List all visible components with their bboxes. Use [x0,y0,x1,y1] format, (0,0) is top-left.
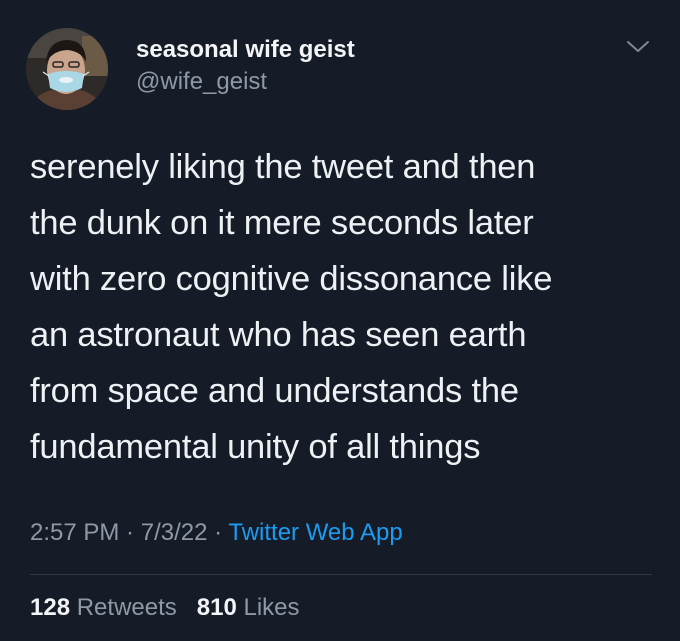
tweet-source-link[interactable]: Twitter Web App [228,519,402,546]
retweets-label: Retweets [76,594,177,621]
author-display-name[interactable]: seasonal wife geist [136,36,355,64]
divider [30,574,652,575]
tweet-time[interactable]: 2:57 PM [30,519,119,546]
tweet-text-line: with zero cognitive dissonance like [30,260,553,298]
tweet-text: serenely liking the tweet and then the d… [30,139,660,475]
tweet-card: seasonal wife geist @wife_geist serenely… [0,0,680,641]
meta-separator: · [207,519,229,546]
tweet-date[interactable]: 7/3/22 [141,519,208,546]
likes-label: Likes [243,594,300,621]
tweet-meta: 2:57 PM · 7/3/22 · Twitter Web App [30,519,403,547]
retweets-stat[interactable]: 128 Retweets [30,594,177,621]
tweet-text-line: from space and understands the [30,372,519,410]
tweet-text-line: an astronaut who has seen earth [30,316,527,354]
tweet-text-line: the dunk on it mere seconds later [30,204,534,242]
tweet-stats: 128 Retweets 810 Likes [30,594,300,622]
tweet-text-line: fundamental unity of all things [30,428,481,466]
likes-stat[interactable]: 810 Likes [197,594,300,621]
author-avatar[interactable] [26,28,108,110]
likes-count: 810 [196,594,237,621]
author-handle[interactable]: @wife_geist [136,68,267,96]
chevron-down-icon[interactable] [624,34,652,58]
retweets-count: 128 [30,594,71,621]
tweet-text-line: serenely liking the tweet and then [30,148,536,186]
avatar-image [26,28,108,110]
meta-separator: · [119,519,141,546]
